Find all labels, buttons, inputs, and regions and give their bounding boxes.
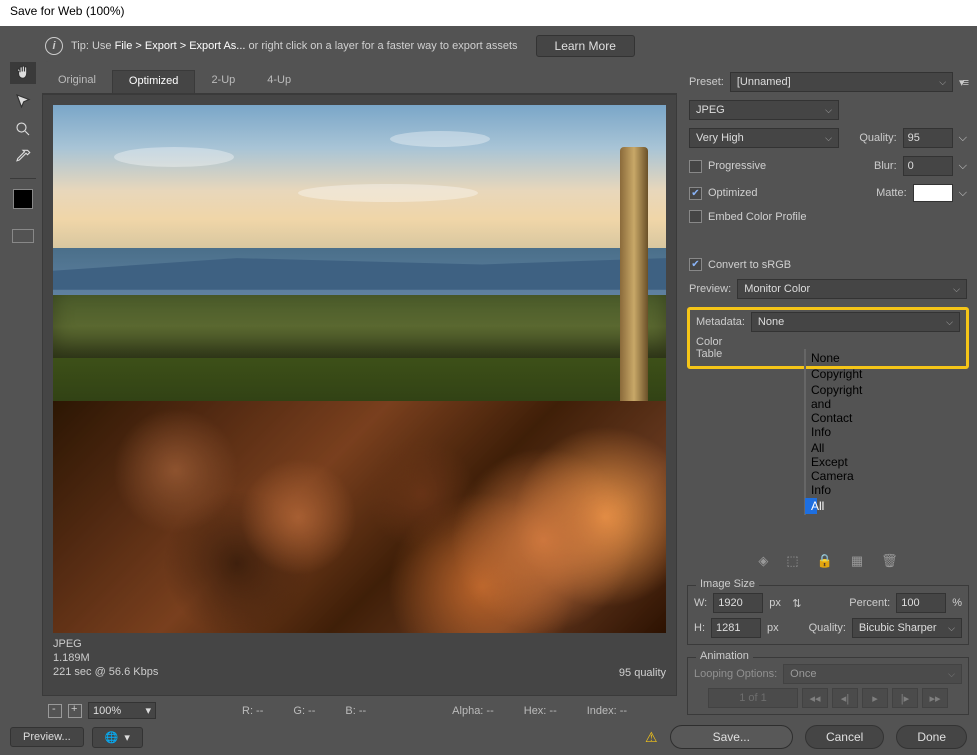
- metadata-highlight: Metadata: None⌵ Color Table None Copyrig…: [687, 307, 969, 369]
- ruler-plus-icon[interactable]: +: [68, 704, 82, 718]
- optimized-checkbox[interactable]: ✔Optimized: [689, 187, 758, 200]
- toggle-slices-visibility-icon[interactable]: [12, 229, 34, 243]
- compression-select[interactable]: Very High⌵: [689, 128, 839, 148]
- progressive-checkbox[interactable]: Progressive: [689, 160, 766, 173]
- color-readouts: R: -- G: -- B: --: [242, 705, 366, 717]
- readout-alpha: Alpha: --: [452, 705, 494, 717]
- view-tabs: Original Optimized 2-Up 4-Up: [42, 70, 677, 94]
- window-titlebar: Save for Web (100%): [0, 0, 977, 26]
- last-frame-icon: ▸▸: [922, 688, 948, 708]
- tip-text: Tip: Use File > Export > Export As... or…: [71, 40, 518, 52]
- eyedropper-tool-icon[interactable]: [10, 146, 36, 168]
- preview-size: 1.189M: [53, 651, 158, 665]
- format-select[interactable]: JPEG⌵: [689, 100, 839, 120]
- next-frame-icon: |▸: [892, 688, 918, 708]
- browser-preview-button[interactable]: 🌐▾: [92, 727, 143, 748]
- bottom-bar: Preview... 🌐▾ ⚠ Save... Cancel Done: [4, 719, 973, 751]
- image-size-group: Image Size W: px ⇅ Percent: % H: px Qual…: [687, 585, 969, 645]
- matte-label: Matte:: [876, 187, 907, 199]
- info-icon: i: [45, 37, 63, 55]
- metadata-option-none[interactable]: None: [805, 350, 817, 366]
- matte-swatch[interactable]: [913, 184, 953, 202]
- width-input[interactable]: [713, 593, 763, 613]
- preset-label: Preset:: [689, 76, 724, 88]
- metadata-select[interactable]: None⌵: [751, 312, 960, 332]
- quality-input[interactable]: [903, 128, 953, 148]
- readout-hex: Hex: --: [524, 705, 557, 717]
- percent-label: Percent:: [849, 597, 890, 609]
- percent-input[interactable]: [896, 593, 946, 613]
- quality-label: Quality:: [859, 132, 896, 144]
- readout-g: G: --: [293, 705, 315, 717]
- preview-format: JPEG: [53, 637, 158, 651]
- hand-tool-icon[interactable]: [10, 62, 36, 84]
- preview-info: JPEG 1.189M 221 sec @ 56.6 Kbps: [53, 637, 158, 679]
- ct-lock-icon[interactable]: 🔒: [817, 553, 833, 569]
- globe-icon: 🌐: [105, 731, 119, 744]
- readout-index: Index: --: [587, 705, 627, 717]
- tip-bar: i Tip: Use File > Export > Export As... …: [45, 30, 973, 62]
- w-label: W:: [694, 597, 707, 609]
- tab-2up[interactable]: 2-Up: [195, 70, 251, 93]
- color-table-label: Color Table: [696, 336, 744, 360]
- metadata-option-copyright[interactable]: Copyright: [805, 366, 817, 382]
- slice-select-tool-icon[interactable]: [10, 90, 36, 112]
- zoom-tool-icon[interactable]: [10, 118, 36, 140]
- learn-more-button[interactable]: Learn More: [536, 35, 635, 57]
- loop-select: Once⌵: [783, 664, 962, 684]
- frame-counter: 1 of 1: [708, 688, 798, 708]
- blur-chevron-icon[interactable]: ⌵: [959, 160, 967, 173]
- h-label: H:: [694, 622, 705, 634]
- image-canvas[interactable]: [53, 105, 666, 633]
- tab-optimized[interactable]: Optimized: [112, 70, 196, 93]
- blur-input[interactable]: [903, 156, 953, 176]
- done-button[interactable]: Done: [896, 725, 967, 749]
- ct-snap-icon[interactable]: ◈: [758, 553, 768, 569]
- convert-srgb-checkbox[interactable]: ✔Convert to sRGB: [689, 258, 791, 271]
- ct-trash-icon[interactable]: 🗑: [881, 553, 898, 569]
- eyedropper-color-swatch[interactable]: [13, 189, 33, 209]
- ruler-minus-icon[interactable]: -: [48, 704, 62, 718]
- metadata-option-copyright-contact[interactable]: Copyright and Contact Info: [805, 382, 817, 440]
- ct-new-icon[interactable]: ▦: [851, 553, 863, 569]
- save-button[interactable]: Save...: [670, 725, 793, 749]
- quality-chevron-icon[interactable]: ⌵: [959, 132, 967, 145]
- tab-4up[interactable]: 4-Up: [251, 70, 307, 93]
- ct-shift-icon[interactable]: ⬚: [786, 553, 798, 569]
- readout-b: B: --: [345, 705, 366, 717]
- metadata-dropdown-menu[interactable]: None Copyright Copyright and Contact Inf…: [804, 349, 806, 515]
- embed-color-profile-checkbox[interactable]: Embed Color Profile: [689, 210, 806, 223]
- metadata-label: Metadata:: [696, 316, 745, 328]
- metadata-option-except-camera[interactable]: All Except Camera Info: [805, 440, 817, 498]
- preview-label: Preview:: [689, 283, 731, 295]
- preview-pane: JPEG 1.189M 221 sec @ 56.6 Kbps 95 quali…: [42, 94, 677, 696]
- zoom-select[interactable]: 100%▾: [88, 702, 156, 719]
- animation-group: Animation Looping Options: Once⌵ 1 of 1 …: [687, 657, 969, 715]
- tool-column: [4, 62, 42, 719]
- prev-frame-icon: ◂|: [832, 688, 858, 708]
- first-frame-icon: ◂◂: [802, 688, 828, 708]
- readout-r: R: --: [242, 705, 263, 717]
- tab-original[interactable]: Original: [42, 70, 112, 93]
- play-icon: ▸: [862, 688, 888, 708]
- link-dimensions-icon[interactable]: ⇅: [789, 592, 805, 614]
- preview-select[interactable]: Monitor Color⌵: [737, 279, 967, 299]
- warning-icon[interactable]: ⚠: [645, 729, 658, 746]
- blur-label: Blur:: [874, 160, 897, 172]
- settings-panel: Preset: [Unnamed]⌵ ▾≡ JPEG⌵ Very High⌵ Q…: [683, 62, 973, 719]
- preview-time: 221 sec @ 56.6 Kbps: [53, 665, 158, 679]
- resample-quality-select[interactable]: Bicubic Sharper⌵: [852, 618, 962, 638]
- loop-label: Looping Options:: [694, 668, 777, 680]
- preview-quality: 95 quality: [619, 667, 666, 679]
- preset-select[interactable]: [Unnamed]⌵: [730, 72, 953, 92]
- height-input[interactable]: [711, 618, 761, 638]
- matte-chevron-icon[interactable]: ⌵: [959, 187, 967, 200]
- window-title: Save for Web (100%): [10, 4, 125, 18]
- preview-button[interactable]: Preview...: [10, 727, 84, 747]
- preset-menu-icon[interactable]: ▾≡: [959, 76, 967, 89]
- metadata-option-all[interactable]: All: [805, 498, 817, 514]
- resample-quality-label: Quality:: [809, 622, 846, 634]
- cancel-button[interactable]: Cancel: [805, 725, 884, 749]
